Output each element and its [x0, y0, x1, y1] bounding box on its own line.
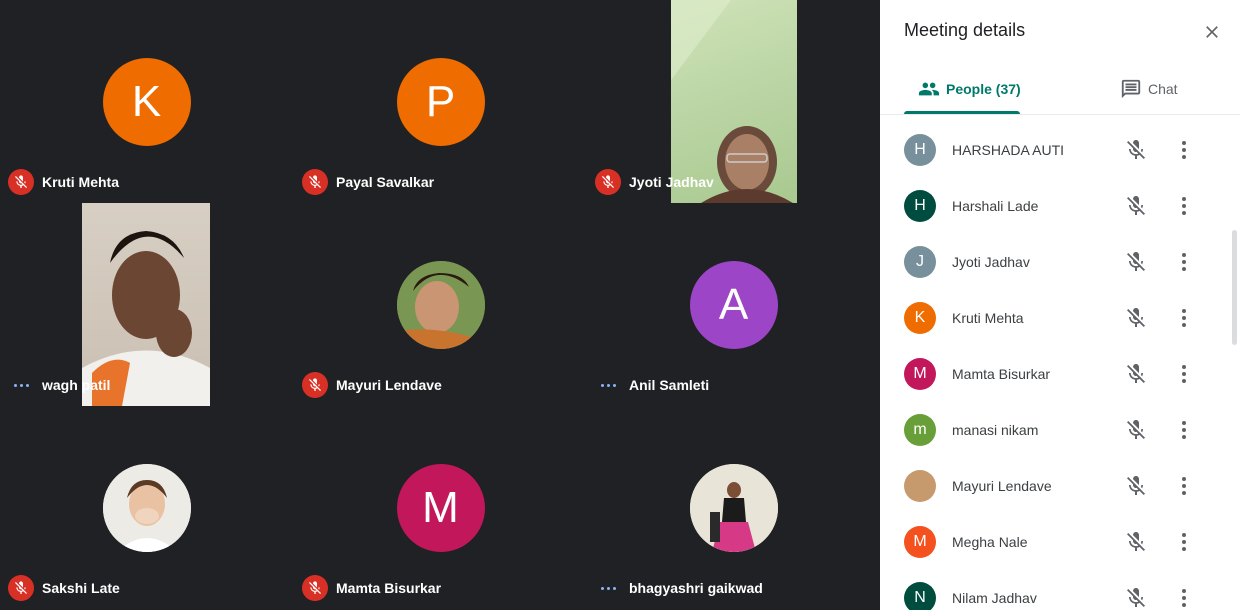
panel-tabs: People (37) Chat [880, 64, 1240, 115]
participant-tile[interactable]: M Mamta Bisurkar [294, 406, 587, 609]
avatar: M [396, 464, 485, 552]
mic-off-icon[interactable] [1124, 474, 1148, 498]
participant-name: Sakshi Late [42, 580, 120, 596]
list-item[interactable]: K Kruti Mehta [880, 290, 1240, 346]
list-item[interactable]: M Mamta Bisurkar [880, 346, 1240, 402]
participant-name: Payal Savalkar [336, 174, 435, 190]
mic-off-icon [302, 169, 328, 195]
more-vert-icon[interactable] [1172, 194, 1196, 218]
mic-off-icon [302, 372, 328, 398]
participant-name: wagh patil [42, 377, 111, 393]
participant-name: manasi nikam [952, 422, 1039, 438]
avatar [904, 470, 936, 502]
participant-name: Megha Nale [952, 534, 1028, 550]
list-item[interactable]: H HARSHADA AUTI [880, 122, 1240, 178]
participant-name: Kruti Mehta [952, 310, 1024, 326]
mic-off-icon [8, 575, 34, 601]
avatar: N [904, 582, 936, 610]
participant-tile[interactable]: K Kruti Mehta [0, 0, 293, 203]
speaking-indicator-icon [595, 372, 621, 398]
avatar: M [904, 358, 936, 390]
more-vert-icon[interactable] [1172, 138, 1196, 162]
mic-off-icon [8, 169, 34, 195]
tab-chat-label: Chat [1148, 81, 1178, 97]
participant-name: Nilam Jadhav [952, 590, 1037, 606]
participant-name: Jyoti Jadhav [629, 174, 714, 190]
list-item[interactable]: H Harshali Lade [880, 178, 1240, 234]
more-vert-icon[interactable] [1172, 306, 1196, 330]
tab-chat[interactable]: Chat [1120, 64, 1178, 114]
participant-name: HARSHADA AUTI [952, 142, 1065, 158]
close-button[interactable] [1198, 18, 1226, 46]
more-vert-icon[interactable] [1172, 474, 1196, 498]
mic-off-icon[interactable] [1124, 362, 1148, 386]
participant-tile[interactable]: Jyoti Jadhav [587, 0, 880, 203]
scrollbar[interactable] [1232, 230, 1237, 345]
participant-name: Mayuri Lendave [336, 377, 442, 393]
participant-name: Anil Samleti [629, 377, 710, 393]
speaking-indicator-icon [595, 575, 621, 601]
participant-name: Mamta Bisurkar [952, 366, 1051, 382]
more-vert-icon[interactable] [1172, 530, 1196, 554]
meeting-details-panel: Meeting details People (37) Chat H HARSHA… [880, 0, 1240, 610]
participant-tile[interactable]: P Payal Savalkar [294, 0, 587, 203]
speaking-indicator-icon [8, 372, 34, 398]
mic-off-icon[interactable] [1124, 194, 1148, 218]
more-vert-icon[interactable] [1172, 362, 1196, 386]
mic-off-icon [302, 575, 328, 601]
tab-people[interactable]: People (37) [918, 64, 1021, 114]
close-icon [1206, 26, 1218, 38]
participant-tile[interactable]: Mayuri Lendave [294, 203, 587, 406]
avatar: K [102, 58, 191, 146]
active-tab-indicator [904, 111, 1020, 114]
avatar: H [904, 134, 936, 166]
people-icon [918, 82, 940, 96]
avatar [396, 261, 485, 349]
mic-off-icon[interactable] [1124, 586, 1148, 610]
more-vert-icon[interactable] [1172, 586, 1196, 610]
avatar [102, 464, 191, 552]
participant-tile[interactable]: A Anil Samleti [587, 203, 880, 406]
participant-name: Mamta Bisurkar [336, 580, 442, 596]
mic-off-icon[interactable] [1124, 250, 1148, 274]
more-vert-icon[interactable] [1172, 418, 1196, 442]
video-grid: K Kruti Mehta P Payal Savalkar Jyoti Jad… [0, 0, 880, 610]
participant-tile[interactable]: Sakshi Late [0, 406, 293, 609]
avatar: J [904, 246, 936, 278]
participant-name: Kruti Mehta [42, 174, 119, 190]
mic-off-icon[interactable] [1124, 418, 1148, 442]
avatar: K [904, 302, 936, 334]
mic-off-icon[interactable] [1124, 530, 1148, 554]
tab-people-label: People (37) [946, 81, 1021, 97]
avatar: H [904, 190, 936, 222]
participant-tile[interactable]: wagh patil [0, 203, 293, 406]
avatar: P [396, 58, 485, 146]
list-item[interactable]: m manasi nikam [880, 402, 1240, 458]
mic-off-icon[interactable] [1124, 138, 1148, 162]
chat-icon [1121, 79, 1141, 99]
list-item[interactable]: N Nilam Jadhav [880, 570, 1240, 610]
participant-name: Mayuri Lendave [952, 478, 1052, 494]
panel-title: Meeting details [904, 20, 1026, 40]
people-list: H HARSHADA AUTI H Harshali Lade J Jyoti Jadha… [880, 122, 1240, 610]
list-item[interactable]: J Jyoti Jadhav [880, 234, 1240, 290]
avatar [689, 464, 778, 552]
avatar: m [904, 414, 936, 446]
mic-off-icon[interactable] [1124, 306, 1148, 330]
participant-tile[interactable]: bhagyashri gaikwad [587, 406, 880, 609]
avatar: M [904, 526, 936, 558]
more-vert-icon[interactable] [1172, 250, 1196, 274]
avatar: A [689, 261, 778, 349]
participant-name: bhagyashri gaikwad [629, 580, 763, 596]
list-item[interactable]: M Megha Nale [880, 514, 1240, 570]
participant-name: Harshali Lade [952, 198, 1039, 214]
list-item[interactable]: Mayuri Lendave [880, 458, 1240, 514]
mic-off-icon [595, 169, 621, 195]
participant-name: Jyoti Jadhav [952, 254, 1030, 270]
